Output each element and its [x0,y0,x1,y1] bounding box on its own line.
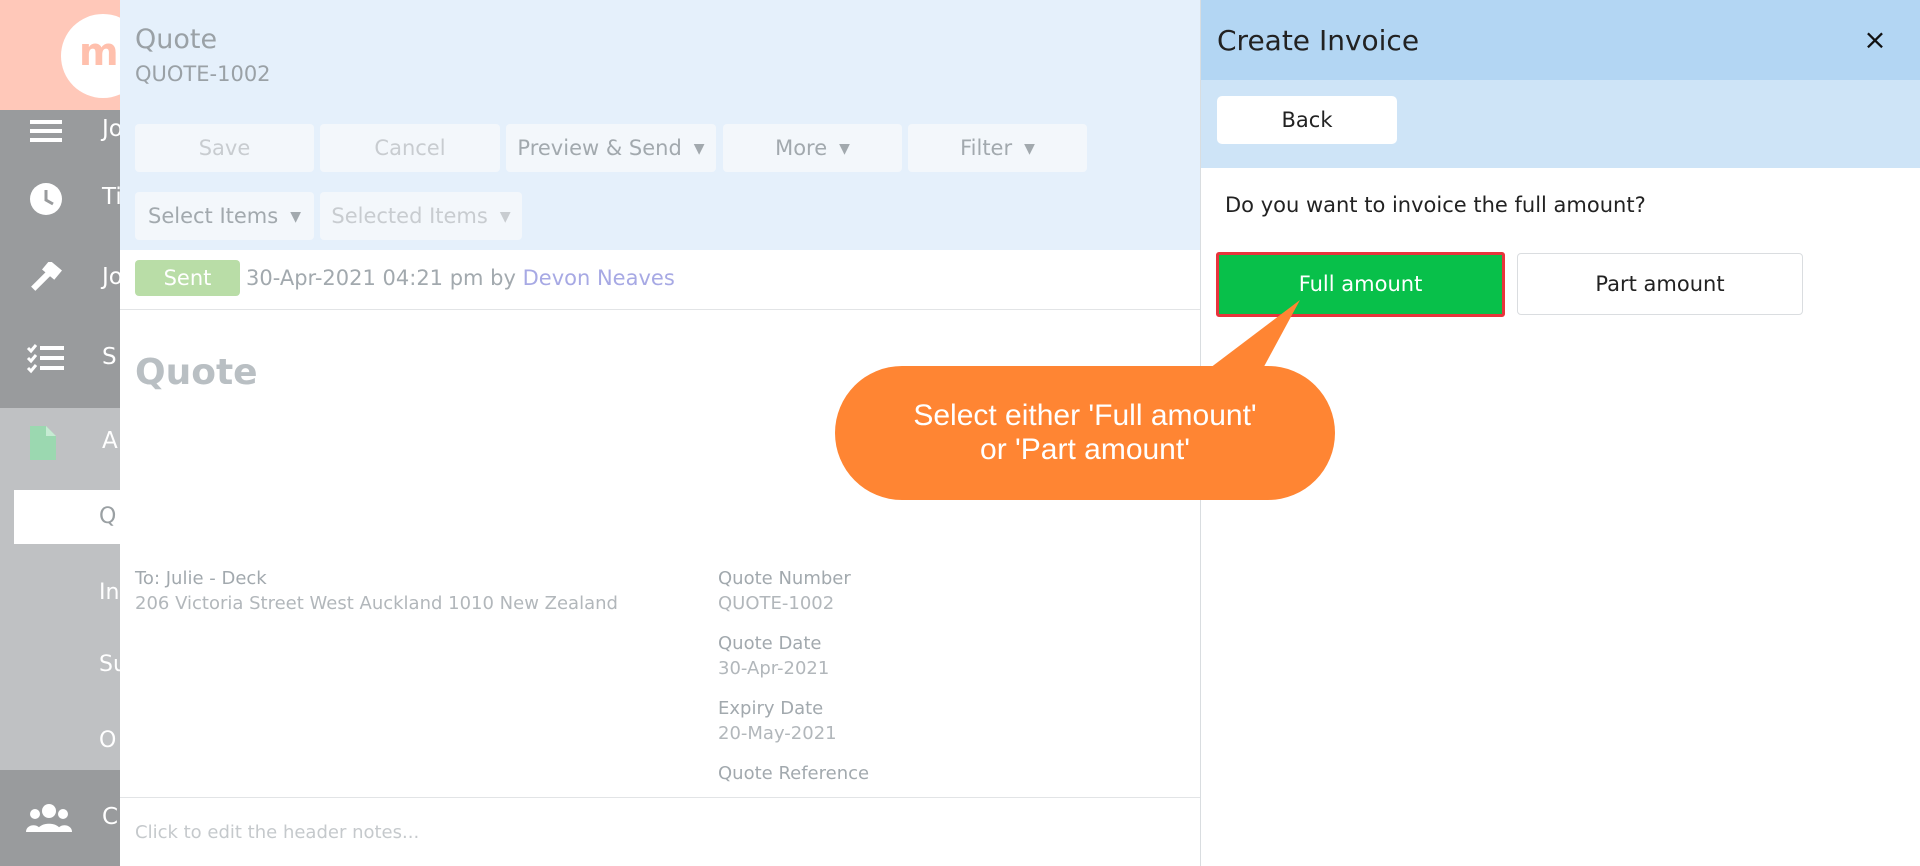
quote-number-title: QUOTE-1002 [135,62,271,86]
panel-toolbar: Back [1201,80,1920,168]
instruction-callout: Select either 'Full amount' or 'Part amo… [835,366,1335,500]
callout-line-1: Select either 'Full amount' [913,399,1257,432]
sidebar-subitem-label: Su [99,652,120,677]
sidebar-subitem-invoices[interactable]: In [14,566,120,620]
user-link[interactable]: Devon Neaves [523,266,675,290]
more-button[interactable]: More ▼ [723,124,902,172]
users-icon [26,804,72,832]
quote-reference-label: Quote Reference [718,763,870,784]
callout-line-2: or 'Part amount' [980,433,1190,466]
back-button[interactable]: Back [1217,96,1397,144]
sidebar-subitem-label: Q [99,504,117,529]
quote-date-value: 30-Apr-2021 [718,658,830,679]
sidebar-item-label: Ti [102,184,120,210]
sidebar-item-jobs[interactable]: Jo [0,100,120,160]
app-logo[interactable]: m [61,14,120,98]
header-notes-placeholder: Click to edit the header notes... [135,822,420,843]
panel-title: Create Invoice [1217,24,1420,57]
checklist-icon [26,344,64,374]
sidebar-subitem-label: In [99,580,120,605]
close-icon[interactable]: × [1857,22,1893,58]
caret-down-icon: ▼ [839,141,850,157]
preview-send-button[interactable]: Preview & Send ▼ [506,124,716,172]
caret-down-icon: ▼ [499,209,511,225]
recipient-address: 206 Victoria Street West Auckland 1010 N… [135,593,618,614]
document-icon [30,426,56,460]
caret-down-icon: ▼ [1024,141,1035,157]
caret-down-icon: ▼ [290,209,301,225]
logo-text: m [79,30,119,74]
sidebar-subitem-quotes[interactable]: Q [14,490,120,544]
expiry-date-label: Expiry Date [718,698,824,719]
select-items-button[interactable]: Select Items ▼ [135,192,314,240]
quote-number-label: Quote Number [718,568,851,589]
quote-header: Quote QUOTE-1002 Save Cancel Preview & S… [120,0,1200,250]
sidebar-item-label: Jo [102,116,120,142]
sidebar-item-contacts[interactable]: C [0,788,120,848]
clock-icon [30,183,62,215]
save-button[interactable]: Save [135,124,314,172]
sidebar-item-schedule[interactable]: S [0,328,120,388]
panel-header: Create Invoice × [1201,0,1920,80]
filter-button[interactable]: Filter ▼ [908,124,1087,172]
sidebar-subitem-suppliers[interactable]: Su [14,638,120,692]
sidebar-item-label: Jo [102,264,120,290]
quote-date-label: Quote Date [718,633,822,654]
invoice-question: Do you want to invoice the full amount? [1225,193,1646,217]
sidebar-item-label: S [102,344,117,370]
sidebar-subitem-orders[interactable]: O [14,714,120,768]
selected-items-button[interactable]: Selected Items ▼ [320,192,522,240]
sidebar-brand: m [0,0,120,110]
part-amount-button[interactable]: Part amount [1517,253,1803,315]
recipient-label: To: Julie - Deck [135,568,267,589]
sidebar-item-time[interactable]: Ti [0,168,120,228]
status-text: 30-Apr-2021 04:21 pm by Devon Neaves [246,266,675,290]
sidebar-subitem-label: O [99,728,117,753]
cancel-button[interactable]: Cancel [320,124,500,172]
page-title: Quote [135,24,218,55]
header-notes[interactable]: Click to edit the header notes... [120,797,1200,866]
sidebar-item-label: A [102,428,118,454]
expiry-date-value: 20-May-2021 [718,723,837,744]
sidebar-item-accounts[interactable]: A [0,412,120,472]
quote-status-row: Sent 30-Apr-2021 04:21 pm by Devon Neave… [120,250,1200,310]
status-badge: Sent [135,260,240,296]
sidebar-item-jobs-tools[interactable]: Jo [0,248,120,308]
document-title: Quote [135,352,258,393]
hammer-icon [31,262,62,291]
sidebar-item-label: C [102,804,119,830]
quote-number-value: QUOTE-1002 [718,593,835,614]
sidebar: m Jo Ti Jo S A Q In Su O C [0,0,120,866]
caret-down-icon: ▼ [693,141,705,157]
menu-icon [30,120,62,142]
